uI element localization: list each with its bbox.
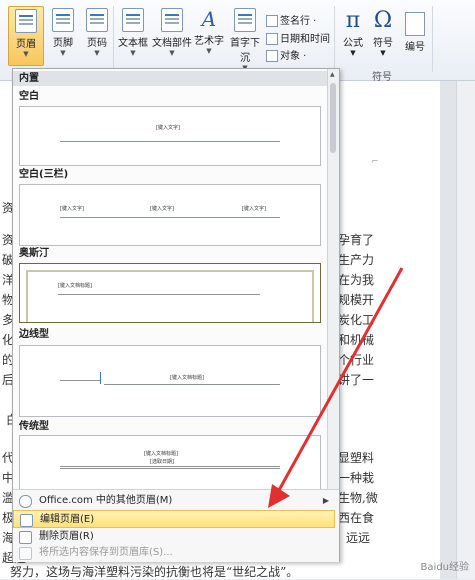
watermark: Baidu经验: [420, 562, 469, 573]
arrow-shaft: [276, 267, 404, 493]
annotation-arrow: [268, 267, 404, 508]
